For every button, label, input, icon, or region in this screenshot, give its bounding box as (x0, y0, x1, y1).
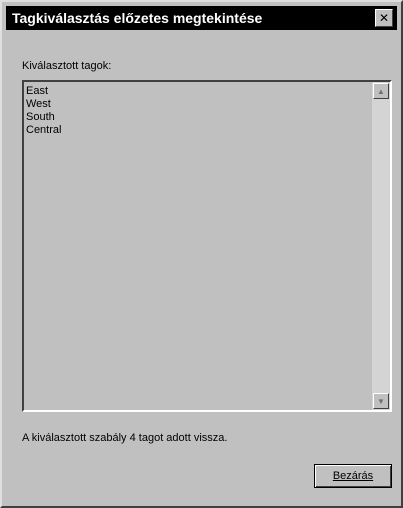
list-item-east[interactable]: East (26, 85, 61, 98)
close-button[interactable]: Bezárás (314, 464, 392, 488)
result-status-text: A kiválasztott szabály 4 tagot adott vis… (22, 432, 228, 444)
selected-members-label: Kiválasztott tagok: (22, 60, 112, 72)
list-item-central[interactable]: Central (26, 124, 61, 137)
close-icon[interactable]: ✕ (375, 9, 393, 27)
vertical-scrollbar[interactable]: ▲ ▼ (372, 82, 390, 410)
member-list: East West South Central (26, 85, 61, 137)
list-item-south[interactable]: South (26, 111, 61, 124)
selected-members-listbox[interactable]: East West South Central ▲ ▼ (22, 80, 392, 412)
title-bar: Tagkiválasztás előzetes megtekintése ✕ (6, 6, 397, 30)
list-item-west[interactable]: West (26, 98, 61, 111)
close-button-label: Bezárás (332, 470, 374, 482)
scroll-down-icon[interactable]: ▼ (373, 393, 389, 409)
scroll-up-icon[interactable]: ▲ (373, 83, 389, 99)
window-title: Tagkiválasztás előzetes megtekintése (12, 10, 263, 26)
member-preview-dialog: Tagkiválasztás előzetes megtekintése ✕ K… (0, 0, 403, 508)
